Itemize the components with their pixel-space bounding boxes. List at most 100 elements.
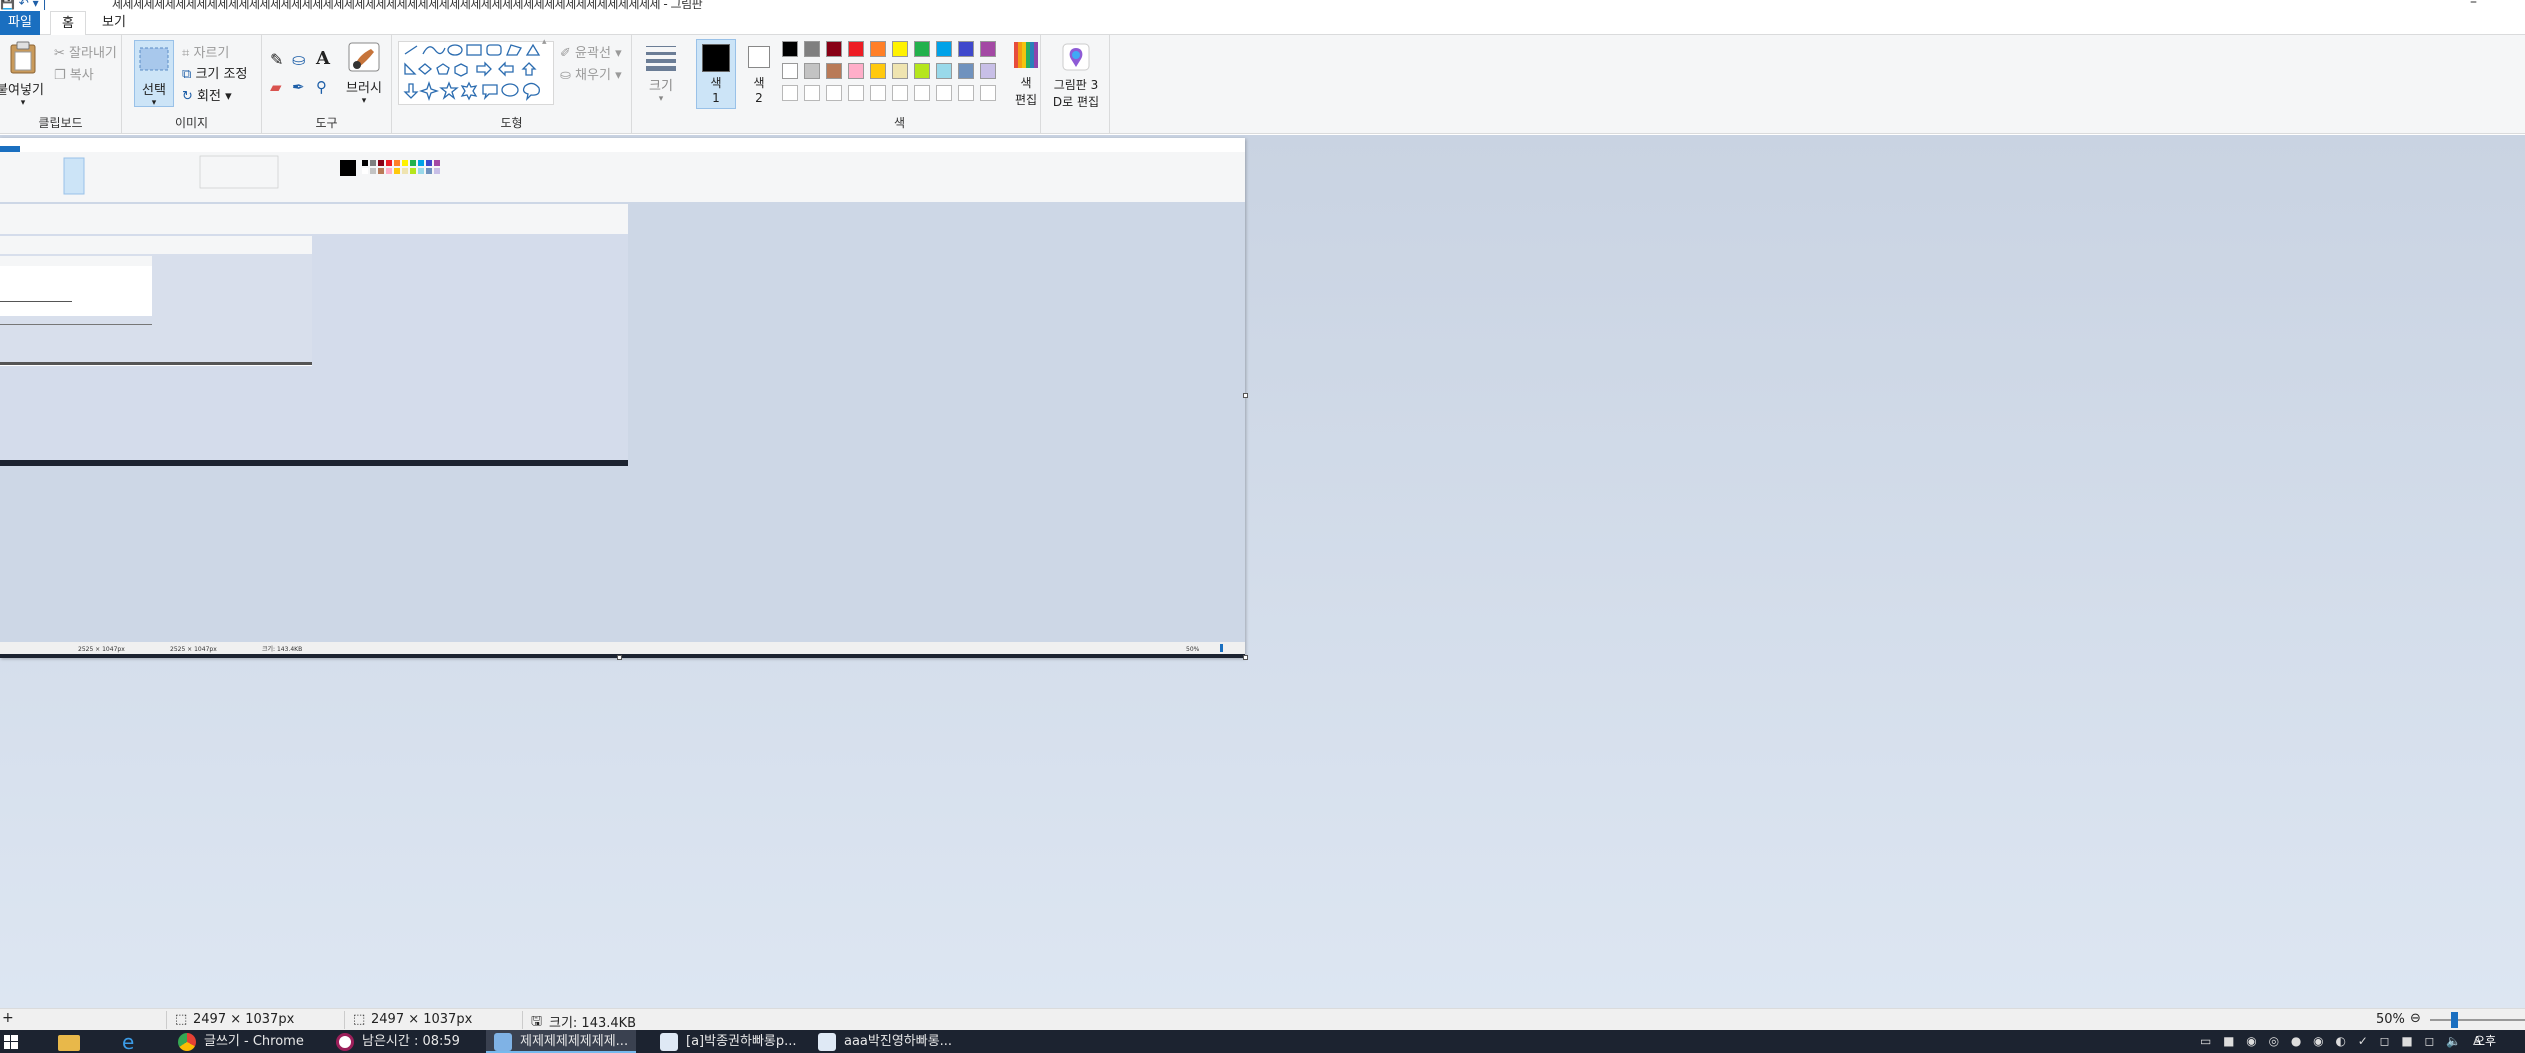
- brush-button[interactable]: 브러시 ▾: [344, 41, 384, 106]
- resize-handle-right[interactable]: [1243, 393, 1248, 398]
- status-bar: + ⬚ 2497 × 1037px ⬚ 2497 × 1037px 🖫 크기: …: [0, 1008, 2525, 1031]
- zoom-out-icon[interactable]: ⊖: [2410, 1011, 2421, 1026]
- mini-palette-swatch: [370, 160, 376, 166]
- quick-access-toolbar[interactable]: 💾 ↶ ▾ |: [0, 0, 47, 10]
- palette-swatch[interactable]: [914, 63, 930, 79]
- palette-swatch[interactable]: [804, 41, 820, 57]
- resize-button[interactable]: ⧉ 크기 조정: [182, 63, 247, 82]
- palette-custom-swatch[interactable]: [892, 85, 908, 101]
- resize-label: 크기 조정: [195, 67, 248, 82]
- resize-handle-bottom[interactable]: [617, 655, 622, 660]
- shapes-scroll-up-icon[interactable]: ▴: [542, 37, 547, 47]
- palette-swatch[interactable]: [892, 63, 908, 79]
- color1-label-a: 색: [710, 76, 722, 90]
- zoom-slider[interactable]: [2430, 1019, 2525, 1021]
- palette-swatch[interactable]: [870, 63, 886, 79]
- window-title: 제제제제제제제제제제제제제제제제제제제제제제제제제제제제제제제제제제제제제제제제…: [112, 0, 703, 10]
- taskbar-item-paint[interactable]: 제제제제제제제제...: [486, 1030, 636, 1053]
- system-tray-icons[interactable]: ▭ ■ ◉ ◎ ● ◉ ◐ ✓ ◻ ■ ◻ 🔈 A: [2200, 1030, 2485, 1053]
- paste-button[interactable]: 붙여넣기 ▾: [0, 41, 46, 108]
- select-button[interactable]: 선택 ▾: [134, 40, 174, 108]
- palette-custom-swatch[interactable]: [848, 85, 864, 101]
- eraser-icon[interactable]: ▰: [270, 78, 282, 96]
- taskbar-item-chrome[interactable]: 글쓰기 - Chrome: [170, 1030, 320, 1053]
- outline-button[interactable]: ✐ 윤곽선 ▾: [560, 42, 622, 61]
- palette-swatch[interactable]: [826, 63, 842, 79]
- palette-swatch[interactable]: [892, 41, 908, 57]
- rotate-button[interactable]: ↻ 회전 ▾: [182, 85, 232, 104]
- size-button[interactable]: 크기 ▾: [640, 43, 682, 104]
- palette-custom-swatch[interactable]: [936, 85, 952, 101]
- file-explorer-icon[interactable]: [58, 1035, 80, 1051]
- fill-button[interactable]: ⛀ 채우기 ▾: [560, 64, 622, 83]
- palette-swatch[interactable]: [782, 63, 798, 79]
- taskbar-item-doc1-label: [a]박종권하빠롱p...: [686, 1034, 797, 1049]
- crop-button[interactable]: ⌗ 자르기: [182, 42, 229, 61]
- tab-view[interactable]: 보기: [96, 11, 132, 35]
- palette-swatch[interactable]: [804, 63, 820, 79]
- palette-swatch[interactable]: [980, 63, 996, 79]
- palette-custom-swatch[interactable]: [914, 85, 930, 101]
- shapes-group-label: 도형: [500, 116, 523, 130]
- palette-custom-swatch[interactable]: [980, 85, 996, 101]
- magnifier-icon[interactable]: ⚲: [316, 78, 327, 96]
- text-tool-icon[interactable]: A: [316, 48, 330, 69]
- taskbar-item-doc1[interactable]: [a]박종권하빠롱p...: [652, 1030, 802, 1053]
- shapes-gallery[interactable]: [398, 41, 554, 105]
- image-canvas[interactable]: 2525 × 1047px 2525 × 1047px 크기: 143.4KB …: [0, 138, 1245, 658]
- pencil-icon[interactable]: ✎: [270, 50, 283, 69]
- resize-handle-corner[interactable]: [1243, 655, 1248, 660]
- mini-palette-swatch: [362, 160, 368, 166]
- palette-swatch[interactable]: [826, 41, 842, 57]
- palette-swatch[interactable]: [936, 41, 952, 57]
- taskbar-item-doc2[interactable]: aaa박진영하빠롱...: [810, 1030, 960, 1053]
- palette-custom-swatch[interactable]: [958, 85, 974, 101]
- windows-start-icon[interactable]: [4, 1035, 18, 1049]
- zoom-level: 50%: [2376, 1012, 2405, 1027]
- palette-swatch[interactable]: [914, 41, 930, 57]
- palette-custom-swatch[interactable]: [870, 85, 886, 101]
- paint3d-label-a: 그림판 3: [1053, 78, 1099, 92]
- cut-button[interactable]: ✂ 잘라내기: [54, 42, 117, 61]
- mini-palette-swatch: [378, 160, 384, 166]
- rotate-icon: ↻: [182, 89, 193, 104]
- mini-palette-swatch: [426, 160, 432, 166]
- outline-icon: ✐: [560, 46, 571, 61]
- edge-icon[interactable]: e: [122, 1032, 134, 1052]
- taskbar-item-timer[interactable]: 남은시간 : 08:59: [328, 1030, 478, 1053]
- fill-bucket-icon[interactable]: ⛀: [292, 50, 305, 69]
- palette-custom-swatch[interactable]: [804, 85, 820, 101]
- palette-swatch[interactable]: [980, 41, 996, 57]
- color1-button[interactable]: 색 1: [696, 39, 736, 109]
- copy-button[interactable]: ❐ 복사: [54, 64, 94, 83]
- palette-swatch[interactable]: [782, 41, 798, 57]
- zoom-slider-thumb[interactable]: [2451, 1012, 2458, 1028]
- select-label: 선택: [142, 83, 166, 98]
- tab-home[interactable]: 홈: [50, 11, 86, 36]
- palette-swatch[interactable]: [958, 41, 974, 57]
- palette-custom-swatch[interactable]: [782, 85, 798, 101]
- palette-swatch[interactable]: [870, 41, 886, 57]
- minimize-icon[interactable]: –: [2470, 0, 2477, 10]
- tab-file[interactable]: 파일: [0, 11, 40, 35]
- image-size: 2497 × 1037px: [371, 1012, 473, 1027]
- outline-label: 윤곽선: [575, 46, 611, 61]
- color2-button[interactable]: 색 2: [740, 39, 778, 109]
- clipboard-group-label: 클립보드: [38, 116, 83, 130]
- scissors-icon: ✂: [54, 46, 65, 61]
- palette-custom-swatch[interactable]: [826, 85, 842, 101]
- svg-text:2525 × 1047px: 2525 × 1047px: [170, 646, 217, 653]
- clock[interactable]: 오후 2:30: [2474, 1030, 2525, 1053]
- file-size: 크기: 143.4KB: [549, 1016, 637, 1031]
- edit-with-paint3d-button[interactable]: 그림판 3 D로 편집: [1045, 43, 1107, 110]
- palette-swatch[interactable]: [848, 41, 864, 57]
- size-label: 크기: [649, 79, 673, 94]
- palette-swatch[interactable]: [848, 63, 864, 79]
- mini-palette-swatch: [410, 160, 416, 166]
- palette-swatch[interactable]: [958, 63, 974, 79]
- taskbar: e 글쓰기 - Chrome 남은시간 : 08:59 제제제제제제제제... …: [0, 1030, 2525, 1053]
- palette-swatch[interactable]: [936, 63, 952, 79]
- color-picker-icon[interactable]: ✒: [292, 78, 305, 96]
- selection-size: 2497 × 1037px: [193, 1012, 295, 1027]
- title-bar: 💾 ↶ ▾ | 제제제제제제제제제제제제제제제제제제제제제제제제제제제제제제제제…: [0, 0, 2525, 10]
